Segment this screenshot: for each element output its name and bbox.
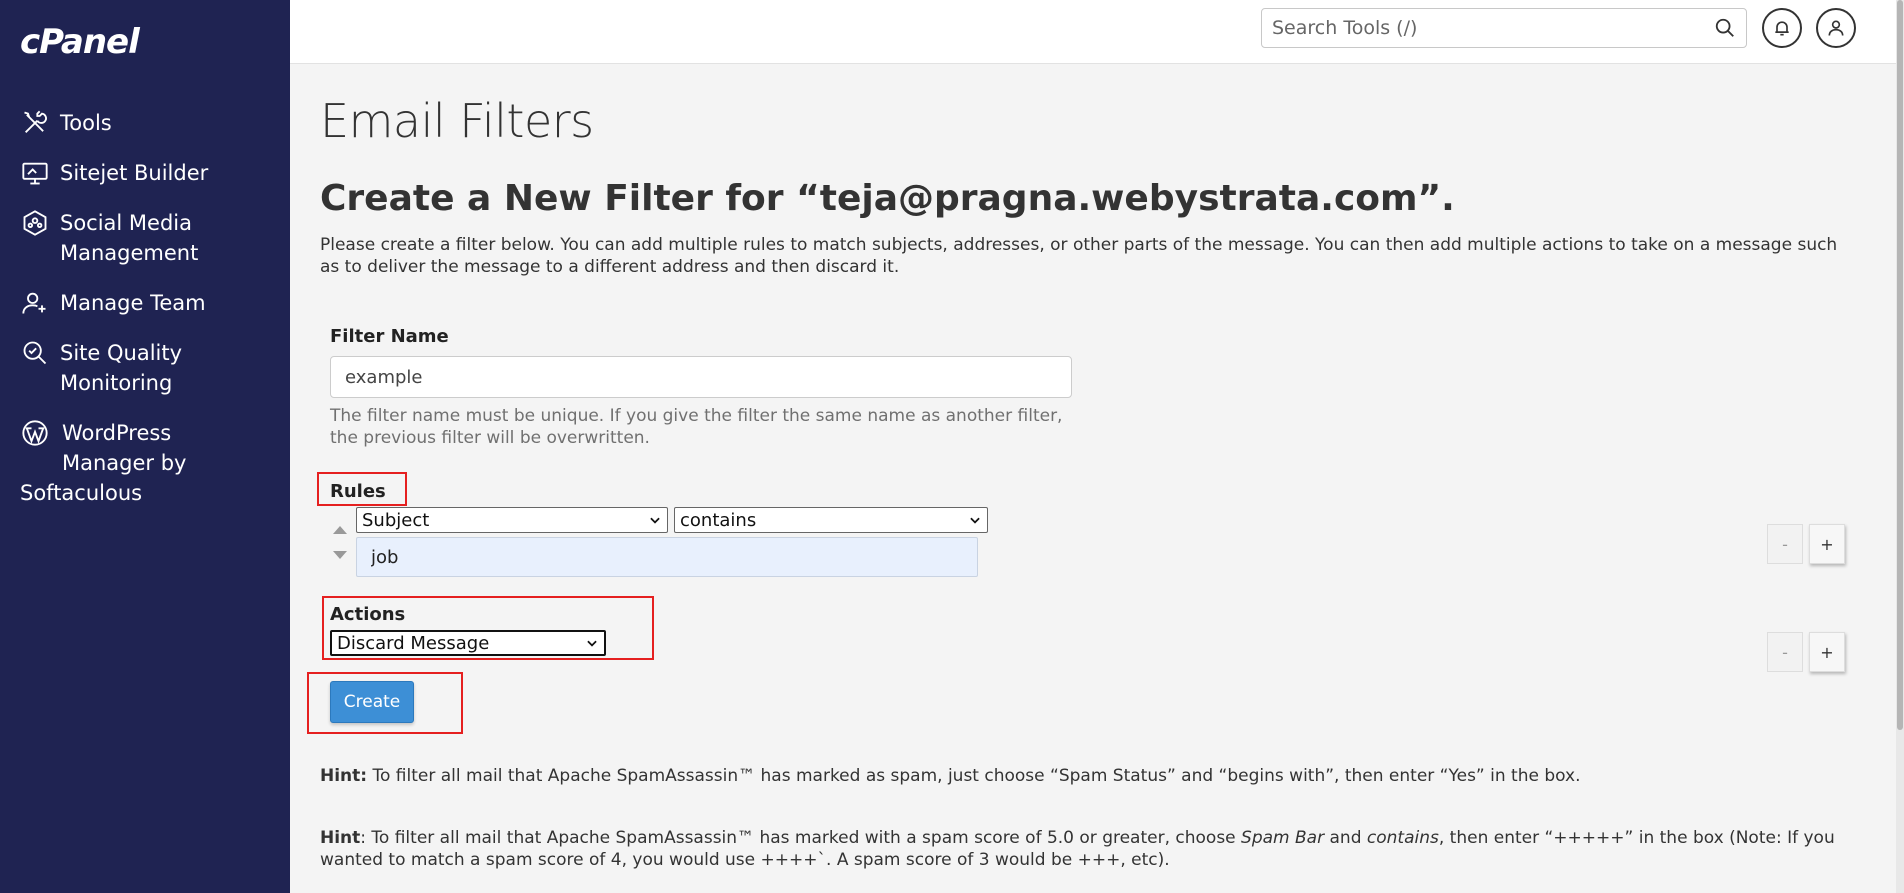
monitor-icon	[20, 158, 50, 188]
sidebar-item-label-line3: Softaculous	[20, 481, 143, 505]
wordpress-row: WordPress Manager by	[20, 418, 186, 478]
page-scrollbar[interactable]	[1896, 0, 1904, 893]
search-input[interactable]	[1272, 17, 1714, 39]
remove-rule-button[interactable]: -	[1767, 524, 1803, 564]
scrollbar-thumb[interactable]	[1897, 0, 1903, 730]
hint-spam-status: Hint: To filter all mail that Apache Spa…	[320, 765, 1850, 787]
action-value: Discard Message	[337, 632, 490, 654]
add-rule-button[interactable]: +	[1809, 524, 1845, 564]
hint-text: : To filter all mail that Apache SpamAss…	[360, 828, 1242, 848]
page-title: Email Filters	[320, 94, 594, 148]
rule-field-select[interactable]: Subject	[356, 507, 668, 533]
bell-icon	[1775, 21, 1789, 36]
filter-name-help: The filter name must be unique. If you g…	[330, 406, 1063, 448]
actions-label: Actions	[330, 604, 406, 625]
filter-name-label: Filter Name	[330, 326, 449, 347]
action-select[interactable]: Discard Message	[330, 630, 606, 656]
notifications-button[interactable]	[1762, 8, 1802, 48]
tools-icon	[20, 108, 50, 138]
user-menu-button[interactable]	[1816, 8, 1856, 48]
sidebar-item-label-line2: Monitoring	[60, 371, 173, 395]
sidebar-item-label: WordPress	[62, 421, 172, 445]
create-button[interactable]: Create	[330, 681, 414, 723]
sidebar-item-label-group: Site Quality Monitoring	[60, 338, 182, 398]
hint-emphasis: Spam Bar	[1241, 828, 1325, 848]
rule-value-input[interactable]	[356, 537, 978, 577]
hint-spam-bar: Hint: To filter all mail that Apache Spa…	[320, 827, 1850, 871]
sidebar-item-label: Sitejet Builder	[60, 161, 209, 185]
sidebar-item-label: Site Quality	[60, 341, 183, 365]
hint-emphasis: contains	[1366, 828, 1439, 848]
user-icon	[1828, 20, 1844, 36]
intro-text: Please create a filter below. You can ad…	[320, 235, 1838, 277]
add-action-button[interactable]: +	[1809, 632, 1845, 672]
create-filter-heading: Create a New Filter for “teja@pragna.web…	[320, 178, 1455, 219]
sidebar-item-wordpress[interactable]: WordPress Manager by Softaculous	[0, 418, 290, 508]
site-quality-icon	[20, 338, 50, 368]
social-icon	[20, 208, 50, 238]
filter-name-input[interactable]	[330, 356, 1072, 398]
search-box[interactable]	[1261, 8, 1747, 48]
search-icon[interactable]	[1714, 17, 1736, 39]
hint-prefix: Hint	[320, 828, 361, 848]
wordpress-icon	[20, 418, 50, 448]
sidebar-item-tools[interactable]: Tools	[0, 108, 290, 138]
hint-text: and	[1324, 828, 1367, 848]
sidebar-item-sitejet[interactable]: Sitejet Builder	[0, 158, 290, 188]
sidebar-item-social-media[interactable]: Social Media Management	[0, 208, 290, 268]
remove-action-button[interactable]: -	[1767, 632, 1803, 672]
sidebar-item-label: Tools	[60, 111, 112, 135]
sidebar-nav: Tools Sitejet Builder Social Media Manag…	[0, 108, 290, 528]
team-icon	[20, 288, 50, 318]
top-bar	[290, 0, 1904, 64]
sidebar-item-label-group: Social Media Management	[60, 208, 198, 268]
chevron-down-icon	[970, 517, 980, 524]
sidebar-item-site-quality[interactable]: Site Quality Monitoring	[0, 338, 290, 398]
cpanel-logo[interactable]: cPanel	[20, 22, 140, 62]
rule-field-value: Subject	[362, 509, 430, 531]
sidebar-item-label-line2: Management	[60, 241, 199, 265]
sidebar-item-manage-team[interactable]: Manage Team	[0, 288, 290, 318]
move-rule-up-icon[interactable]	[333, 526, 347, 534]
sidebar: cPanel Tools Sitejet Builder Social Medi…	[0, 0, 290, 893]
chevron-down-icon	[650, 517, 660, 524]
rule-operator-value: contains	[680, 509, 757, 531]
hint-prefix: Hint:	[320, 766, 368, 786]
rule-operator-select[interactable]: contains	[674, 507, 988, 533]
move-rule-down-icon[interactable]	[333, 551, 347, 559]
chevron-down-icon	[587, 640, 597, 647]
rules-label: Rules	[330, 481, 386, 502]
sidebar-item-label-group: WordPress Manager by	[62, 418, 186, 478]
sidebar-item-label: Social Media	[60, 211, 193, 235]
sidebar-item-label-line2: Manager by	[62, 451, 187, 475]
sidebar-item-label: Manage Team	[60, 291, 206, 315]
hint-text: To filter all mail that Apache SpamAssas…	[367, 766, 1581, 786]
